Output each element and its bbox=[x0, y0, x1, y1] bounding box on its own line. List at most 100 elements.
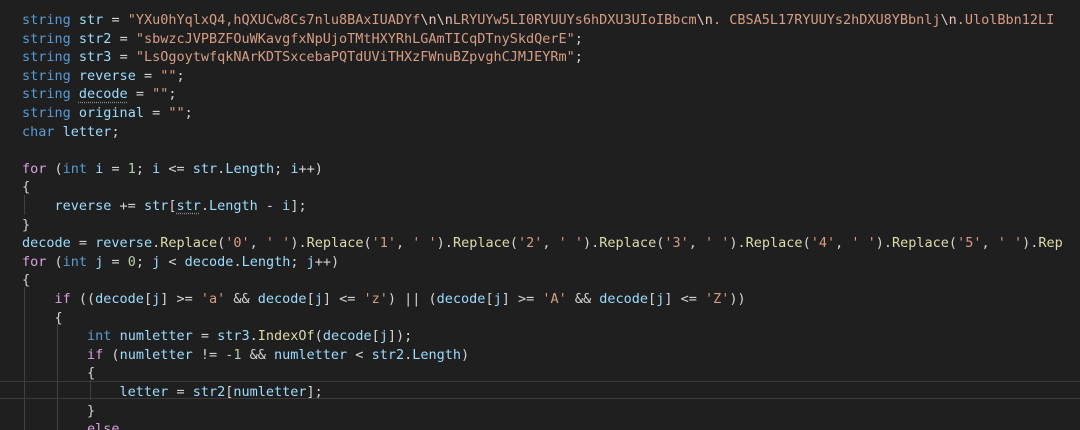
code-line[interactable]: char letter; bbox=[22, 123, 120, 142]
code-token: { bbox=[22, 272, 31, 289]
code-token: . bbox=[233, 253, 242, 270]
code-token: string bbox=[22, 105, 71, 121]
code-token: ( bbox=[363, 235, 372, 252]
code-token: str bbox=[143, 198, 169, 214]
code-line[interactable]: string str2 = "sbwzcJVPBZFOuWKavgfxNpUjo… bbox=[22, 30, 583, 49]
code-token: )) bbox=[729, 291, 746, 307]
code-token: (( bbox=[70, 291, 96, 307]
code-token: ). bbox=[875, 235, 893, 252]
code-token: str bbox=[192, 160, 218, 177]
code-line[interactable]: string decode = ""; bbox=[22, 85, 177, 104]
code-line[interactable]: letter = str2[numletter]; bbox=[22, 383, 323, 402]
code-token: string bbox=[22, 30, 71, 47]
code-token: [ bbox=[371, 328, 380, 345]
code-line[interactable]: } bbox=[22, 216, 30, 235]
code-token: decode bbox=[322, 328, 372, 345]
code-token: decode bbox=[599, 291, 649, 307]
code-token: \n bbox=[696, 12, 713, 28]
code-token: "YXu0hYqlxQ4,hQXUCw8Cs7nlu8BAxIUADYf bbox=[127, 12, 421, 28]
code-token: Length bbox=[209, 198, 258, 214]
code-token: = bbox=[135, 67, 161, 84]
code-token: 'z' bbox=[363, 291, 388, 307]
code-token: = bbox=[70, 235, 96, 252]
code-token: Replace bbox=[745, 235, 803, 252]
code-token: -1 bbox=[225, 346, 242, 363]
code-token: Replace bbox=[892, 235, 949, 252]
code-token: reverse bbox=[54, 198, 112, 214]
code-token: decode bbox=[184, 253, 234, 270]
code-token: '3' bbox=[664, 235, 689, 252]
code-token: ' ' bbox=[705, 235, 730, 252]
code-line[interactable]: for (int i = 1; i <= str.Length; i++) bbox=[22, 160, 323, 179]
code-token: } bbox=[22, 216, 31, 233]
code-line[interactable]: { bbox=[22, 309, 63, 328]
code-token: ++) bbox=[298, 160, 323, 177]
code-token: ' ' bbox=[412, 235, 437, 252]
code-token: Rep bbox=[1038, 235, 1063, 252]
code-line[interactable]: if ((decode[j] >= 'a' && decode[j] <= 'z… bbox=[22, 290, 746, 309]
code-token: Replace bbox=[452, 235, 510, 252]
code-token: = bbox=[111, 30, 136, 47]
code-token: ++) bbox=[314, 253, 340, 270]
code-line[interactable]: string original = ""; bbox=[22, 104, 193, 123]
code-token: ; bbox=[111, 123, 120, 140]
code-token: ; bbox=[168, 86, 177, 103]
code-token: ; bbox=[574, 30, 583, 47]
code-token: ( bbox=[509, 235, 518, 252]
code-token: j bbox=[493, 291, 502, 307]
code-line[interactable]: if (numletter != -1 && numletter < str2.… bbox=[22, 346, 469, 365]
code-token: '4' bbox=[810, 235, 836, 252]
code-line[interactable]: decode = reverse.Replace('0', ' ').Repla… bbox=[22, 234, 1063, 253]
code-token: { bbox=[87, 365, 96, 382]
code-token: = bbox=[103, 160, 128, 177]
code-token: ; bbox=[184, 105, 193, 121]
code-token: = bbox=[192, 328, 218, 345]
code-token: ; bbox=[176, 67, 185, 84]
code-token: , bbox=[835, 235, 852, 252]
code-token: ). bbox=[290, 235, 307, 252]
code-token: } bbox=[87, 402, 96, 419]
code-token: && bbox=[225, 291, 258, 307]
code-token: if bbox=[87, 346, 104, 363]
code-line[interactable]: for (int j = 0; j < decode.Length; j++) bbox=[22, 253, 339, 272]
code-line[interactable]: string str = "YXu0hYqlxQ4,hQXUCw8Cs7nlu8… bbox=[22, 11, 1054, 30]
code-token: string bbox=[22, 49, 71, 66]
code-line[interactable]: int numletter = str3.IndexOf(decode[j]); bbox=[22, 327, 412, 346]
code-token: LRYUYw5LI0RYUUYs6hDXU3UIoIBbcm bbox=[452, 12, 697, 28]
code-token: ] <= bbox=[664, 291, 705, 307]
code-line[interactable]: } bbox=[22, 402, 95, 421]
code-token: numletter bbox=[274, 346, 348, 363]
code-line[interactable]: { bbox=[22, 364, 95, 383]
code-token: <= bbox=[160, 160, 193, 177]
code-token: string bbox=[22, 12, 71, 28]
code-token: str2 bbox=[192, 384, 226, 400]
code-token: str2 bbox=[371, 346, 405, 363]
code-token: != bbox=[192, 346, 226, 363]
code-token: Replace bbox=[160, 235, 218, 252]
code-token: decode bbox=[257, 291, 307, 307]
code-editor[interactable]: string str = "YXu0hYqlxQ4,hQXUCw8Cs7nlu8… bbox=[0, 0, 1080, 430]
code-line[interactable]: string str3 = "LsOgoytwfqkNArKDTSxcebaPQ… bbox=[22, 48, 583, 67]
code-line[interactable]: string reverse = ""; bbox=[22, 67, 185, 86]
code-token: && bbox=[241, 346, 275, 363]
code-token: int bbox=[87, 328, 112, 345]
code-token: str3 bbox=[217, 328, 250, 345]
code-token: "" bbox=[160, 67, 177, 84]
code-token: ). bbox=[436, 235, 453, 252]
code-line[interactable]: reverse += str[str.Length - i]; bbox=[22, 197, 307, 216]
code-line[interactable]: { bbox=[22, 271, 30, 290]
code-line[interactable]: { bbox=[22, 178, 30, 197]
code-token: decode bbox=[78, 86, 128, 103]
code-token: letter bbox=[62, 123, 112, 140]
code-token: [ bbox=[143, 291, 153, 307]
code-token: ]; bbox=[290, 198, 307, 214]
code-line[interactable]: else bbox=[22, 420, 120, 430]
